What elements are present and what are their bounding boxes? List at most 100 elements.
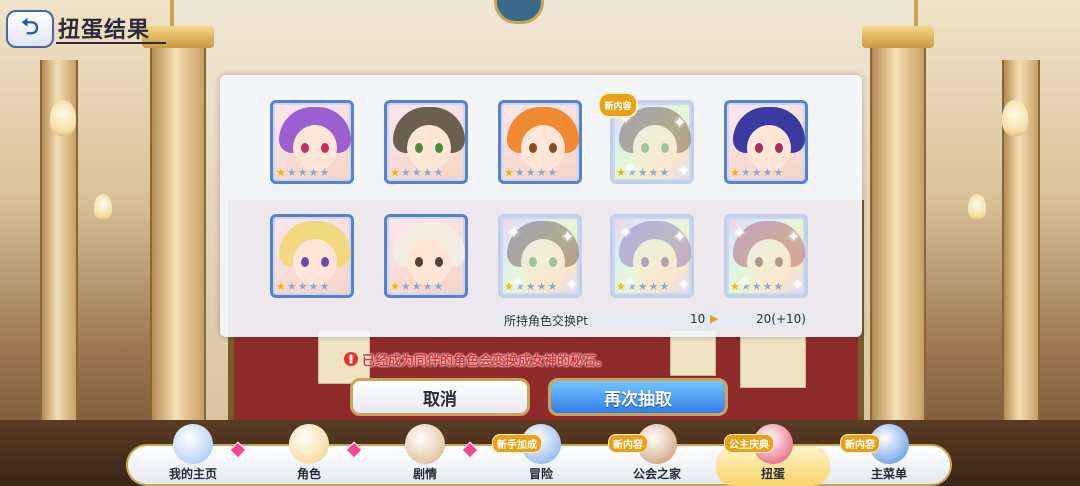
star-icon: ★ [773, 166, 784, 179]
sparkle-icon: ✦ [623, 273, 637, 292]
sparkle-icon: ✦ [733, 223, 747, 242]
star-rating: ★ ★ ★ ★ ★ [390, 167, 443, 178]
star-icon: ★ [648, 280, 659, 293]
star-rating: ★ ★ ★ ★ ★ [390, 281, 443, 292]
warning-icon: ! [344, 352, 358, 366]
star-icon: ★ [547, 280, 558, 293]
wall-lamp-icon [50, 100, 76, 136]
sparkle-icon: ✦ [673, 113, 687, 132]
star-icon: ★ [422, 166, 433, 179]
nav-label: 剧情 [412, 467, 437, 481]
sparkle-icon: ✦ [507, 223, 521, 242]
notification-dot-icon [229, 441, 247, 459]
star-icon: ★ [276, 280, 286, 293]
warning-text: 已经成为同伴的角色会变换成女神的秘石。 [362, 353, 610, 369]
sparkle-icon: ✦ [561, 227, 575, 246]
star-icon: ★ [740, 166, 751, 179]
exchange-pt-row: 所持角色交换Pt 10 ▶ 20(+10) [490, 309, 810, 331]
result-card[interactable]: ★ ★ ★ ★ ★ ✦ ✦ ✦ ✦ [610, 214, 694, 298]
exchange-pt-before: 10 [690, 312, 706, 326]
nav-item[interactable]: 新手加成 冒险 [484, 424, 598, 486]
nav-item[interactable]: 新内容公会之家 [600, 424, 714, 486]
star-icon: ★ [637, 166, 648, 179]
draw-again-button[interactable]: 再次抽取 [548, 378, 728, 416]
title-underline [56, 42, 166, 44]
result-card[interactable]: ★ ★ ★ ★ ★ [498, 100, 582, 184]
star-icon: ★ [762, 280, 773, 293]
castle-icon [173, 424, 213, 464]
nav-item[interactable]: 我的主页 [136, 424, 250, 486]
star-rating: ★ ★ ★ ★ ★ [276, 167, 329, 178]
star-icon: ★ [525, 166, 536, 179]
nav-label: 角色 [296, 467, 321, 481]
star-icon: ★ [297, 166, 308, 179]
star-icon: ★ [514, 166, 525, 179]
star-icon: ★ [751, 280, 762, 293]
result-card[interactable]: ★ ★ ★ ★ ★ [270, 100, 354, 184]
page-title: 扭蛋结果 [58, 18, 151, 43]
wall-lamp-icon [968, 194, 986, 220]
star-rating: ★ ★ ★ ★ ★ [276, 281, 329, 292]
nav-tag: 新内容 [608, 434, 648, 453]
star-icon: ★ [751, 166, 762, 179]
star-icon: ★ [547, 166, 558, 179]
nav-item[interactable]: 新内容主菜单 [832, 424, 946, 486]
star-icon: ★ [390, 166, 400, 179]
star-icon: ★ [659, 166, 670, 179]
nav-item[interactable]: 剧情 [368, 424, 482, 486]
star-icon: ★ [536, 166, 547, 179]
result-card[interactable]: ★ ★ ★ ★ ★ ✦ ✦ ✦ ✦ [724, 214, 808, 298]
nav-label: 公会之家 [632, 467, 681, 481]
star-icon: ★ [286, 166, 297, 179]
star-icon: ★ [659, 280, 670, 293]
nav-item[interactable]: 角色 [252, 424, 366, 486]
star-icon: ★ [504, 166, 514, 179]
sparkle-icon: ✦ [791, 275, 805, 294]
star-icon: ★ [411, 166, 422, 179]
result-card[interactable]: ★ ★ ★ ★ ★ [384, 214, 468, 298]
sparkle-icon: ✦ [511, 273, 525, 292]
exchange-pt-after: 20(+10) [756, 312, 806, 326]
notification-dot-icon [461, 441, 479, 459]
notice-paper [740, 336, 806, 388]
star-icon: ★ [308, 280, 319, 293]
result-card[interactable]: ★ ★ ★ ★ ★ [270, 214, 354, 298]
nav-tag: 新内容 [840, 434, 880, 453]
star-icon: ★ [308, 166, 319, 179]
result-card[interactable]: ★ ★ ★ ★ ★ [384, 100, 468, 184]
result-card[interactable]: ★ ★ ★ ★ ★ ✦ ✦ ✦ ✦ [498, 214, 582, 298]
star-icon: ★ [433, 280, 444, 293]
star-icon: ★ [400, 166, 411, 179]
sparkle-icon: ✦ [677, 161, 691, 180]
star-icon: ★ [400, 280, 411, 293]
star-icon: ★ [773, 280, 784, 293]
nav-label: 扭蛋 [760, 467, 785, 481]
wall-lamp-icon [94, 194, 112, 220]
star-icon: ★ [390, 280, 400, 293]
star-rating: ★ ★ ★ ★ ★ [730, 167, 783, 178]
star-icon: ★ [411, 280, 422, 293]
nav-tag: 公主庆典 [724, 434, 774, 453]
star-icon: ★ [648, 166, 659, 179]
nav-label: 主菜单 [870, 467, 907, 481]
star-icon: ★ [536, 280, 547, 293]
result-card[interactable]: ★ ★ ★ ★ ★ [724, 100, 808, 184]
star-icon: ★ [730, 166, 740, 179]
nav-label: 我的主页 [168, 467, 217, 481]
nav-label: 冒险 [528, 467, 553, 481]
star-icon: ★ [319, 280, 330, 293]
sparkle-icon: ✦ [787, 227, 801, 246]
notification-dot-icon [345, 441, 363, 459]
star-icon: ★ [319, 166, 330, 179]
pillar-left [142, 26, 214, 430]
star-icon: ★ [637, 280, 648, 293]
character-icon [289, 424, 329, 464]
cancel-button[interactable]: 取消 [350, 378, 530, 416]
star-icon: ★ [762, 166, 773, 179]
pillar-right [862, 26, 934, 430]
star-icon: ★ [433, 166, 444, 179]
back-button[interactable]: ⮌ [6, 10, 54, 48]
sparkle-icon: ✦ [565, 275, 579, 294]
nav-item[interactable]: 公主庆典扭蛋 [716, 424, 830, 486]
sparkle-icon: ✦ [619, 223, 633, 242]
